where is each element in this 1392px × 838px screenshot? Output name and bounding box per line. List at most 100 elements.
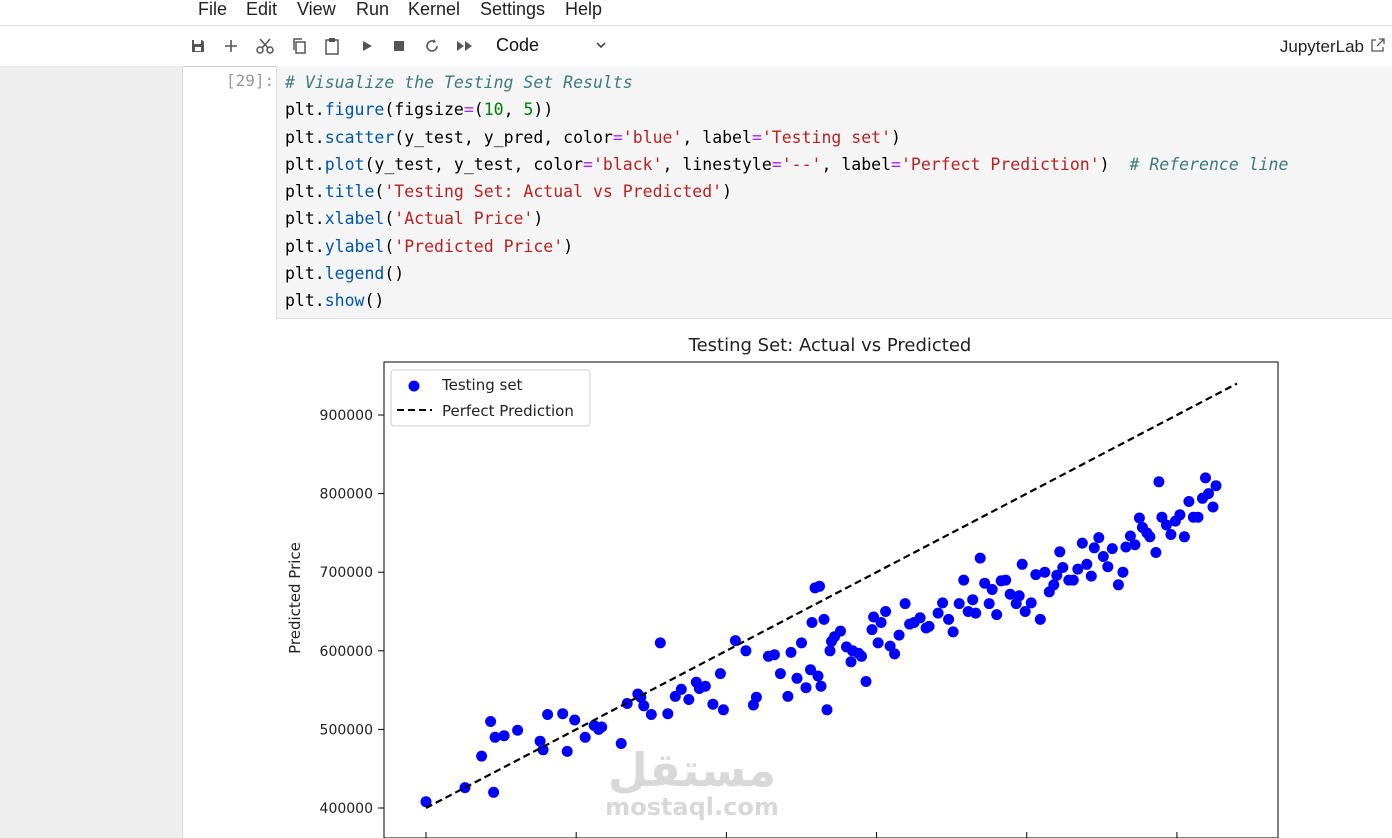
scatter-point bbox=[958, 574, 970, 586]
scatter-point bbox=[967, 594, 979, 606]
scatter-point bbox=[1200, 472, 1211, 484]
scatter-point bbox=[818, 613, 830, 625]
scatter-point bbox=[1097, 551, 1109, 562]
scatter-point bbox=[1034, 613, 1046, 625]
menu-kernel[interactable]: Kernel bbox=[408, 0, 460, 20]
scatter-point bbox=[1150, 547, 1162, 558]
scatter-point bbox=[1039, 566, 1051, 578]
y-tick-label: 400000 bbox=[320, 801, 373, 817]
scatter-point bbox=[974, 552, 986, 564]
y-tick-label: 700000 bbox=[320, 565, 373, 581]
scatter-point bbox=[953, 598, 965, 610]
scatter-point bbox=[662, 708, 674, 720]
scatter-point bbox=[750, 691, 762, 703]
scatter-point bbox=[707, 698, 719, 710]
scatter-point bbox=[893, 629, 905, 641]
paste-icon[interactable] bbox=[322, 36, 342, 56]
scatter-point bbox=[1081, 558, 1093, 570]
execution-count: [29]: bbox=[226, 71, 275, 90]
scatter-point bbox=[1165, 529, 1177, 540]
scatter-point bbox=[569, 714, 581, 726]
scatter-point bbox=[812, 670, 824, 682]
jupyterlab-link[interactable]: JupyterLab bbox=[1280, 37, 1364, 57]
scatter-point bbox=[1210, 480, 1222, 492]
scatter-chart: Testing Set: Actual vs Predicted Predict… bbox=[286, 335, 1279, 838]
scatter-point bbox=[1085, 570, 1097, 582]
scatter-point bbox=[806, 617, 818, 628]
scatter-point bbox=[821, 704, 833, 716]
scatter-point bbox=[835, 625, 846, 637]
left-gutter bbox=[0, 66, 183, 838]
menu-settings[interactable]: Settings bbox=[480, 0, 545, 20]
scatter-point bbox=[596, 721, 608, 733]
code-line-9: plt.show() bbox=[285, 291, 385, 311]
scatter-point bbox=[498, 730, 510, 742]
y-tick-label: 500000 bbox=[320, 722, 373, 738]
code-line-1: # Visualize the Testing Set Results bbox=[285, 73, 633, 92]
scatter-point bbox=[1174, 509, 1186, 521]
scatter-point bbox=[638, 700, 650, 712]
scatter-point bbox=[800, 682, 812, 694]
scatter-point bbox=[785, 646, 797, 658]
scatter-point bbox=[512, 724, 524, 736]
menu-run[interactable]: Run bbox=[356, 0, 389, 20]
scatter-point bbox=[937, 597, 949, 609]
scatter-point bbox=[1025, 597, 1037, 609]
scatter-point bbox=[970, 607, 982, 619]
legend-label-testing-set: Testing set bbox=[441, 376, 523, 394]
cell-type-select[interactable]: Code bbox=[496, 35, 539, 56]
scatter-point bbox=[1207, 501, 1219, 513]
y-tick-label: 600000 bbox=[320, 644, 373, 660]
cut-icon[interactable] bbox=[255, 36, 275, 56]
scatter-point bbox=[983, 598, 995, 610]
scatter-point bbox=[923, 620, 935, 632]
menu-help[interactable]: Help bbox=[565, 0, 602, 20]
scatter-point bbox=[1000, 574, 1012, 586]
y-tick-label: 800000 bbox=[320, 487, 373, 503]
notebook-toolbar: Code JupyterLab bbox=[0, 25, 1392, 67]
run-all-icon[interactable] bbox=[455, 36, 475, 56]
scatter-point bbox=[1106, 543, 1118, 555]
scatter-point bbox=[1102, 561, 1114, 573]
scatter-point bbox=[791, 672, 803, 684]
scatter-point bbox=[872, 637, 884, 649]
scatter-point bbox=[1093, 532, 1105, 544]
scatter-point bbox=[1076, 537, 1088, 549]
code-cell-editor[interactable]: # Visualize the Testing Set Results plt.… bbox=[276, 66, 1392, 319]
code-line-7: plt.ylabel('Predicted Price') bbox=[285, 236, 574, 256]
scatter-point bbox=[845, 656, 857, 668]
scatter-point bbox=[675, 683, 687, 695]
menu-file[interactable]: File bbox=[198, 0, 227, 20]
y-tick-label: 900000 bbox=[320, 408, 373, 424]
scatter-point bbox=[1048, 579, 1060, 591]
scatter-point bbox=[1067, 574, 1079, 586]
scatter-point bbox=[557, 708, 569, 720]
copy-icon[interactable] bbox=[289, 36, 309, 56]
scatter-point bbox=[875, 617, 887, 628]
chevron-down-icon[interactable] bbox=[594, 38, 608, 52]
scatter-point bbox=[476, 750, 488, 762]
scatter-point bbox=[699, 680, 711, 692]
save-icon[interactable] bbox=[188, 36, 208, 56]
external-link-icon[interactable] bbox=[1370, 37, 1386, 53]
code-text[interactable]: # Visualize the Testing Set Results plt.… bbox=[285, 69, 1288, 315]
watermark-url: mostaql.com bbox=[605, 793, 779, 821]
scatter-point bbox=[1192, 511, 1204, 523]
scatter-point bbox=[488, 786, 500, 798]
perfect-prediction-line bbox=[425, 382, 1238, 809]
chart-legend: Testing set Perfect Prediction bbox=[390, 369, 591, 427]
scatter-point bbox=[683, 694, 695, 705]
legend-marker-testing-set bbox=[408, 380, 420, 392]
scatter-point bbox=[860, 676, 872, 687]
run-icon[interactable] bbox=[357, 36, 377, 56]
menu-edit[interactable]: Edit bbox=[246, 0, 277, 20]
menu-view[interactable]: View bbox=[297, 0, 336, 20]
y-axis-ticks: 400000 500000 600000 700000 800000 900000 bbox=[320, 408, 384, 817]
restart-icon[interactable] bbox=[422, 36, 442, 56]
scatter-points bbox=[420, 472, 1222, 808]
scatter-point bbox=[717, 704, 729, 716]
code-line-4: plt.plot(y_test, y_test, color='black', … bbox=[285, 154, 1289, 174]
add-cell-icon[interactable] bbox=[221, 36, 241, 56]
scatter-point bbox=[714, 668, 726, 680]
stop-icon[interactable] bbox=[389, 36, 409, 56]
